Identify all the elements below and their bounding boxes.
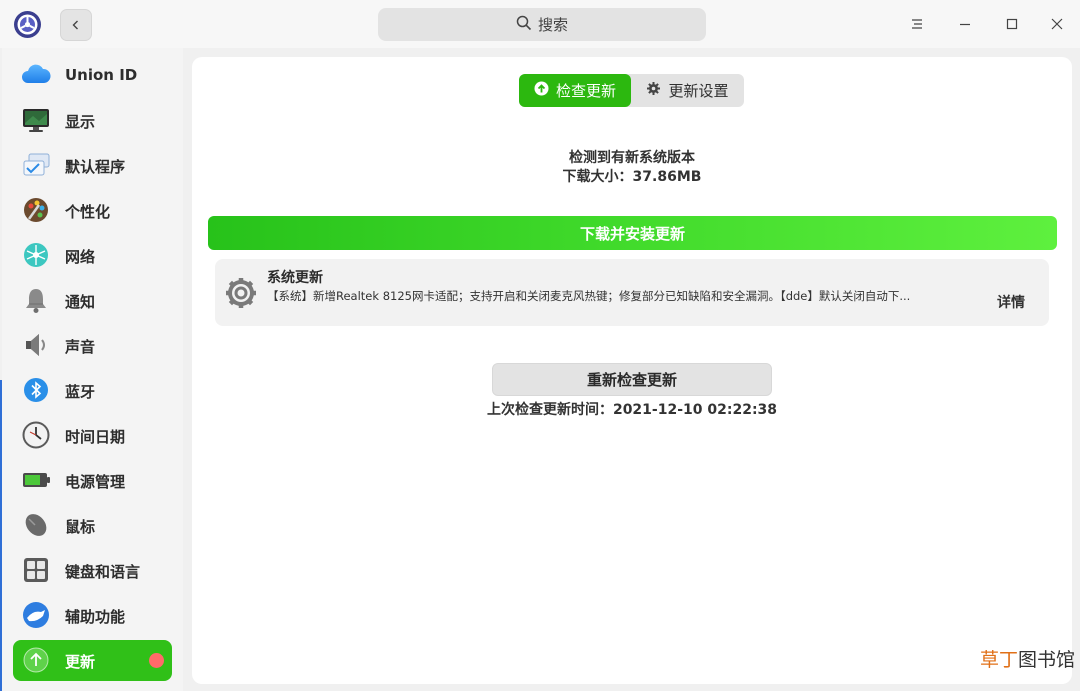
- chevron-left-icon: [70, 16, 82, 35]
- monitor-icon: [21, 105, 51, 135]
- up-arrow-circle-icon: [534, 81, 549, 100]
- update-badge: [149, 653, 164, 668]
- mouse-icon: [21, 510, 51, 540]
- gear-icon: [646, 81, 661, 100]
- battery-icon: [21, 465, 51, 495]
- bell-icon: [21, 285, 51, 315]
- sidebar-item-label: 时间日期: [65, 428, 126, 446]
- close-icon: [1051, 15, 1063, 34]
- tab-check-update[interactable]: 检查更新: [519, 74, 631, 107]
- sidebar-item-accessibility[interactable]: 辅助功能: [13, 595, 172, 636]
- sidebar-item-label: 默认程序: [65, 158, 126, 176]
- update-detail-link[interactable]: 详情: [997, 292, 1025, 312]
- menu-button[interactable]: [905, 12, 929, 36]
- back-button[interactable]: [60, 9, 92, 41]
- watermark: 草丁图书馆: [980, 645, 1075, 672]
- sidebar: Union ID 显示 默认程序 个性化 网络 通知 声音 蓝牙 时间日期 电源…: [2, 48, 183, 691]
- maximize-icon: [1006, 15, 1018, 34]
- update-item-description: 【系统】新增Realtek 8125网卡适配；支持开启和关闭麦克风热键；修复部分…: [267, 289, 911, 303]
- maximize-button[interactable]: [1000, 12, 1024, 36]
- sidebar-item-keyboard[interactable]: 键盘和语言: [13, 550, 172, 591]
- sidebar-item-union-id[interactable]: Union ID: [13, 55, 172, 96]
- sidebar-item-label: 显示: [65, 113, 96, 131]
- status-download-size: 下载大小：37.86MB: [562, 169, 702, 185]
- sidebar-item-sound[interactable]: 声音: [13, 325, 172, 366]
- accessibility-icon: [21, 600, 51, 630]
- status-new-version: 检测到有新系统版本: [569, 150, 695, 166]
- sidebar-item-label: 声音: [65, 338, 96, 356]
- update-item-card: 系统更新 【系统】新增Realtek 8125网卡适配；支持开启和关闭麦克风热键…: [215, 259, 1049, 326]
- sidebar-item-label: 更新: [65, 653, 96, 671]
- minimize-button[interactable]: [953, 12, 977, 36]
- tab-label: 检查更新: [555, 82, 616, 100]
- sidebar-item-mouse[interactable]: 鼠标: [13, 505, 172, 546]
- sidebar-item-label: 个性化: [65, 203, 111, 221]
- sidebar-item-label: 键盘和语言: [65, 563, 141, 581]
- palette-icon: [21, 195, 51, 225]
- download-install-button[interactable]: 下载并安装更新: [208, 216, 1057, 250]
- app-logo-icon: [13, 10, 42, 39]
- watermark-part2: 图书馆: [1018, 649, 1076, 671]
- sidebar-item-label: 电源管理: [65, 473, 126, 491]
- menu-icon: [910, 15, 924, 34]
- minimize-icon: [959, 15, 971, 34]
- sidebar-item-default-apps[interactable]: 默认程序: [13, 145, 172, 186]
- sidebar-item-update[interactable]: 更新: [13, 640, 172, 681]
- search-input[interactable]: 搜索: [378, 8, 706, 41]
- tab-bar: 检查更新 更新设置: [519, 74, 744, 107]
- sidebar-item-label: 蓝牙: [65, 383, 96, 401]
- search-placeholder: 搜索: [537, 16, 568, 34]
- sidebar-item-label: 鼠标: [65, 518, 96, 536]
- bluetooth-icon: [21, 375, 51, 405]
- sidebar-item-display[interactable]: 显示: [13, 100, 172, 141]
- watermark-part1: 草丁: [980, 649, 1019, 671]
- recheck-update-button[interactable]: 重新检查更新: [492, 363, 772, 396]
- sidebar-item-datetime[interactable]: 时间日期: [13, 415, 172, 456]
- search-icon: [516, 15, 532, 35]
- sidebar-item-label: 通知: [65, 293, 96, 311]
- network-icon: [21, 240, 51, 270]
- sidebar-item-label: 网络: [65, 248, 96, 266]
- tab-label: 更新设置: [668, 82, 729, 100]
- clock-icon: [21, 420, 51, 450]
- sidebar-item-network[interactable]: 网络: [13, 235, 172, 276]
- last-check-time: 上次检查更新时间：2021-12-10 02:22:38: [486, 402, 778, 418]
- close-button[interactable]: [1045, 12, 1069, 36]
- tab-update-settings[interactable]: 更新设置: [631, 74, 744, 107]
- update-item-title: 系统更新: [267, 270, 323, 286]
- cloud-icon: [21, 60, 51, 90]
- keyboard-icon: [21, 555, 51, 585]
- sidebar-item-power[interactable]: 电源管理: [13, 460, 172, 501]
- sidebar-item-notification[interactable]: 通知: [13, 280, 172, 321]
- sidebar-item-label: 辅助功能: [65, 608, 126, 626]
- update-arrow-icon: [21, 645, 51, 675]
- sidebar-item-bluetooth[interactable]: 蓝牙: [13, 370, 172, 411]
- default-apps-icon: [21, 150, 51, 180]
- speaker-icon: [21, 330, 51, 360]
- system-gear-icon: [224, 276, 258, 310]
- sidebar-item-label: Union ID: [65, 66, 138, 84]
- title-bar: 搜索: [0, 0, 1080, 48]
- sidebar-item-personalization[interactable]: 个性化: [13, 190, 172, 231]
- update-panel: 检查更新 更新设置 检测到有新系统版本 下载大小：37.86MB 下载并安装更新…: [192, 57, 1072, 684]
